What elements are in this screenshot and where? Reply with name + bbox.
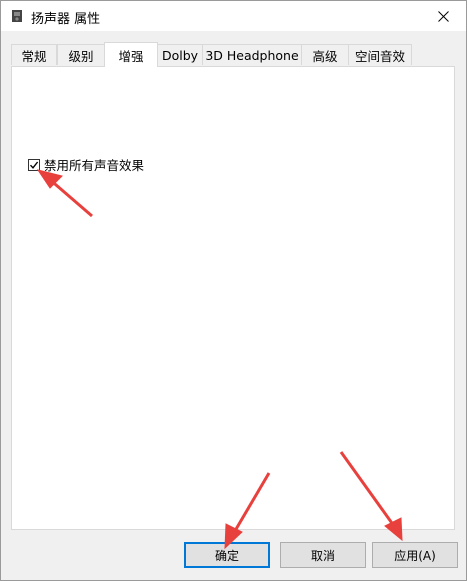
tab-enhancements[interactable]: 增强 [104, 42, 158, 67]
tab-spatial-sound[interactable]: 空间音效 [348, 44, 412, 65]
tab-advanced[interactable]: 高级 [301, 44, 349, 65]
properties-window: 扬声器 属性 常规 级别 增强 Dolby 3D Headphone 高级 空间… [0, 0, 467, 581]
title-bar: 扬声器 属性 [1, 1, 466, 31]
close-icon [437, 10, 449, 22]
speaker-icon [10, 9, 24, 23]
cancel-button[interactable]: 取消 [280, 542, 366, 568]
tab-3d-headphone[interactable]: 3D Headphone [202, 44, 302, 65]
close-button[interactable] [420, 1, 466, 31]
disable-all-effects-option[interactable]: 禁用所有声音效果 [28, 155, 144, 174]
tab-strip: 常规 级别 增强 Dolby 3D Headphone 高级 空间音效 [11, 42, 457, 67]
tab-panel-enhancements: 禁用所有声音效果 [11, 66, 455, 530]
ok-button[interactable]: 确定 [184, 542, 270, 568]
tab-dolby[interactable]: Dolby [157, 44, 203, 65]
tab-levels[interactable]: 级别 [57, 44, 105, 65]
tab-general[interactable]: 常规 [11, 44, 57, 65]
window-title: 扬声器 属性 [31, 12, 101, 27]
checkmark-icon [29, 161, 39, 169]
disable-all-effects-label: 禁用所有声音效果 [44, 158, 145, 173]
apply-button[interactable]: 应用(A) [372, 542, 458, 568]
disable-all-effects-checkbox[interactable] [28, 158, 40, 171]
